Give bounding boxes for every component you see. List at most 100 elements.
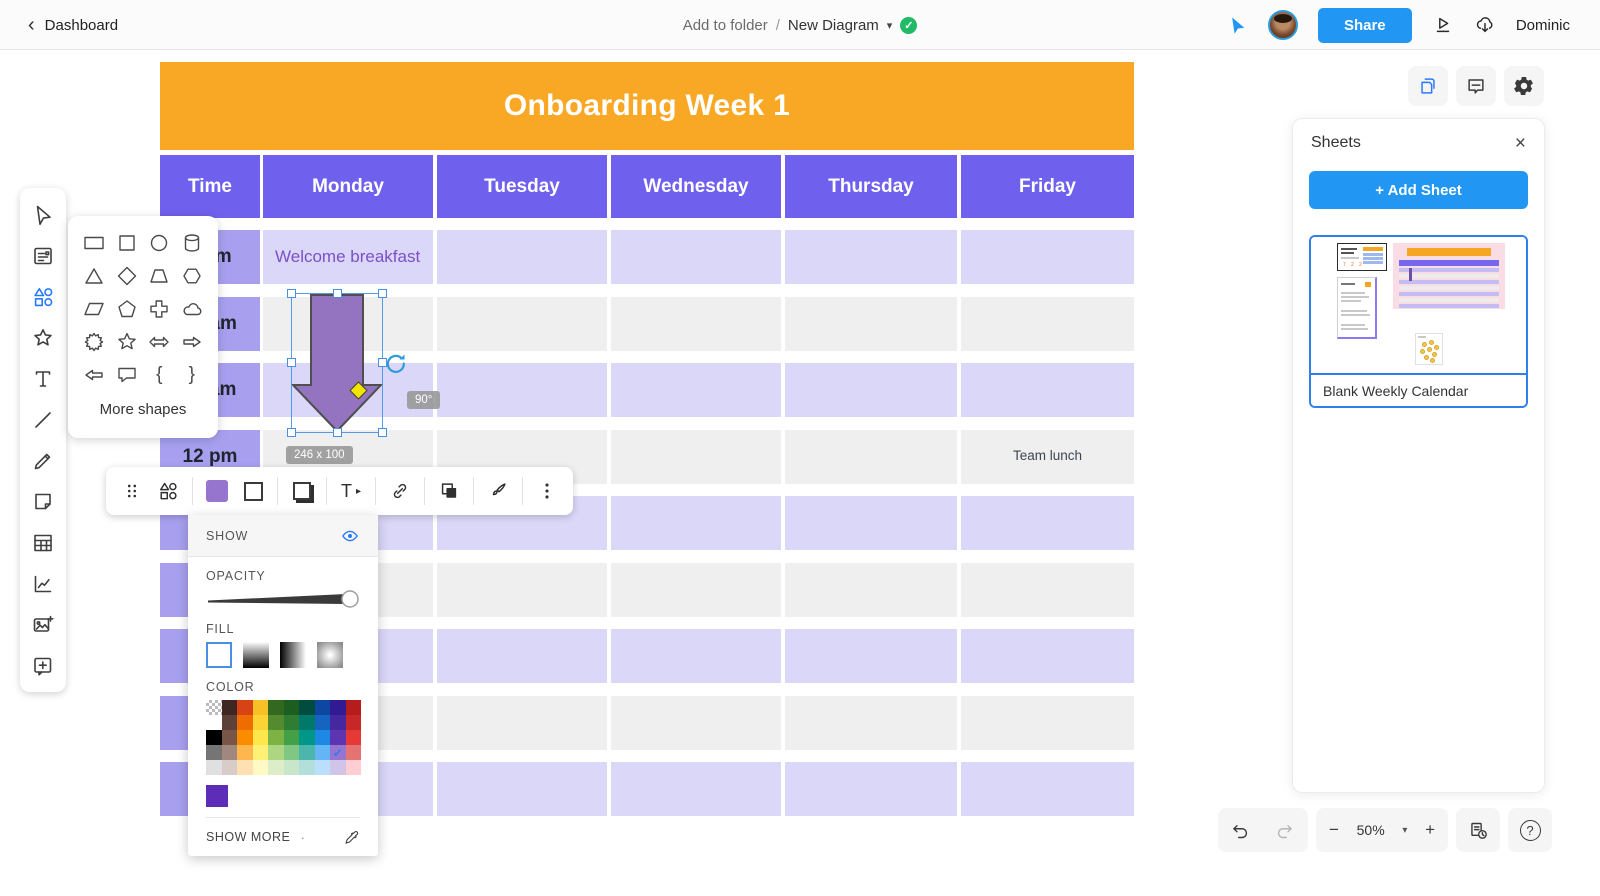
- color-swatch[interactable]: [268, 700, 284, 715]
- calendar-cell[interactable]: [611, 430, 781, 484]
- color-swatch[interactable]: [206, 730, 222, 745]
- color-swatch[interactable]: [346, 715, 362, 730]
- color-swatch[interactable]: [206, 715, 222, 730]
- add-to-folder-link[interactable]: Add to folder: [683, 17, 768, 34]
- sidebar-notes-tool[interactable]: [20, 235, 66, 276]
- calendar-cell[interactable]: [961, 496, 1134, 550]
- more-options-button[interactable]: [529, 467, 565, 515]
- toolbar-drag-handle[interactable]: [114, 467, 150, 515]
- calendar-cell[interactable]: [611, 629, 781, 683]
- calendar-event[interactable]: Team lunch: [961, 430, 1134, 484]
- fill-style-solid[interactable]: [206, 642, 232, 668]
- shape-right-arrow[interactable]: [176, 329, 209, 354]
- color-swatch[interactable]: [315, 730, 331, 745]
- color-swatch[interactable]: [253, 760, 269, 775]
- color-swatch[interactable]: [222, 700, 238, 715]
- calendar-cell[interactable]: [437, 230, 607, 284]
- calendar-header-friday[interactable]: Friday: [961, 155, 1134, 218]
- present-icon[interactable]: [1432, 14, 1454, 36]
- calendar-cell[interactable]: [785, 696, 957, 750]
- fill-color-button[interactable]: [199, 467, 235, 515]
- cursor-mode-icon[interactable]: [1228, 15, 1248, 35]
- sidebar-add-frame-tool[interactable]: [20, 645, 66, 686]
- sidebar-select-tool[interactable]: [20, 194, 66, 235]
- format-painter-button[interactable]: [480, 467, 516, 515]
- document-title[interactable]: New Diagram: [788, 17, 879, 34]
- calendar-cell[interactable]: [961, 629, 1134, 683]
- shape-star[interactable]: [111, 329, 144, 354]
- color-swatch[interactable]: [346, 760, 362, 775]
- color-swatch[interactable]: [268, 760, 284, 775]
- more-shapes-link[interactable]: More shapes: [78, 401, 208, 418]
- color-swatch[interactable]: [284, 745, 300, 760]
- color-swatch[interactable]: [237, 745, 253, 760]
- color-swatch[interactable]: [330, 760, 346, 775]
- shape-diamond[interactable]: [111, 263, 144, 288]
- color-swatch[interactable]: [222, 730, 238, 745]
- sheet-name[interactable]: Blank Weekly Calendar: [1311, 373, 1526, 406]
- resize-handle-n[interactable]: [333, 289, 342, 298]
- shape-hexagon[interactable]: [176, 263, 209, 288]
- color-swatch[interactable]: [237, 700, 253, 715]
- sidebar-table-tool[interactable]: [20, 522, 66, 563]
- pages-button[interactable]: [1408, 66, 1448, 106]
- back-to-dashboard[interactable]: ‹ Dashboard: [28, 0, 118, 50]
- shape-triangle[interactable]: [78, 263, 111, 288]
- calendar-cell[interactable]: [611, 363, 781, 417]
- color-swatch[interactable]: [330, 700, 346, 715]
- sidebar-sticky-note-tool[interactable]: [20, 481, 66, 522]
- calendar-event[interactable]: Welcome breakfast: [263, 230, 433, 284]
- resize-handle-se[interactable]: [378, 428, 387, 437]
- calendar-cell[interactable]: [785, 496, 957, 550]
- color-swatch[interactable]: [206, 745, 222, 760]
- calendar-title[interactable]: Onboarding Week 1: [160, 62, 1134, 150]
- calendar-cell[interactable]: [437, 363, 607, 417]
- color-swatch[interactable]: [299, 745, 315, 760]
- calendar-cell[interactable]: [785, 430, 957, 484]
- sidebar-favorites-tool[interactable]: [20, 317, 66, 358]
- shape-menu-button[interactable]: [150, 467, 186, 515]
- visibility-eye-icon[interactable]: [340, 526, 360, 546]
- resize-handle-nw[interactable]: [287, 289, 296, 298]
- eyedropper-icon[interactable]: [343, 829, 360, 846]
- shape-burst[interactable]: [78, 329, 111, 354]
- shape-parallelogram[interactable]: [78, 296, 111, 321]
- calendar-cell[interactable]: [961, 230, 1134, 284]
- zoom-level[interactable]: 50%: [1357, 822, 1385, 838]
- sidebar-insert-image-tool[interactable]: [20, 604, 66, 645]
- color-swatch[interactable]: [253, 700, 269, 715]
- color-swatch[interactable]: [253, 745, 269, 760]
- sidebar-text-tool[interactable]: [20, 358, 66, 399]
- selected-color-swatch[interactable]: [206, 785, 228, 807]
- rotate-handle[interactable]: [384, 352, 408, 376]
- shape-rectangle[interactable]: [78, 230, 111, 255]
- calendar-cell[interactable]: [611, 230, 781, 284]
- title-caret-icon[interactable]: ▾: [887, 19, 893, 32]
- color-swatch[interactable]: [237, 730, 253, 745]
- shape-brace-left[interactable]: {: [143, 362, 176, 387]
- color-swatch[interactable]: [315, 700, 331, 715]
- color-swatch[interactable]: [284, 700, 300, 715]
- help-button[interactable]: ?: [1508, 808, 1552, 852]
- shape-pentagon[interactable]: [111, 296, 144, 321]
- calendar-cell[interactable]: [785, 363, 957, 417]
- shape-circle[interactable]: [143, 230, 176, 255]
- calendar-cell[interactable]: [437, 629, 607, 683]
- color-swatch[interactable]: [330, 715, 346, 730]
- color-swatch[interactable]: [284, 730, 300, 745]
- color-swatch[interactable]: [284, 715, 300, 730]
- calendar-header-wednesday[interactable]: Wednesday: [611, 155, 781, 218]
- color-swatch[interactable]: [346, 730, 362, 745]
- redo-button[interactable]: [1262, 808, 1306, 852]
- color-swatch[interactable]: [346, 745, 362, 760]
- calendar-cell[interactable]: [785, 563, 957, 617]
- color-swatch[interactable]: [299, 700, 315, 715]
- color-swatch[interactable]: [222, 760, 238, 775]
- color-swatch[interactable]: [237, 760, 253, 775]
- comments-button[interactable]: [1456, 66, 1496, 106]
- color-swatch[interactable]: [315, 745, 331, 760]
- share-button[interactable]: Share: [1318, 8, 1412, 43]
- color-swatch[interactable]: [222, 715, 238, 730]
- shape-trapezoid[interactable]: [143, 263, 176, 288]
- undo-button[interactable]: [1218, 808, 1262, 852]
